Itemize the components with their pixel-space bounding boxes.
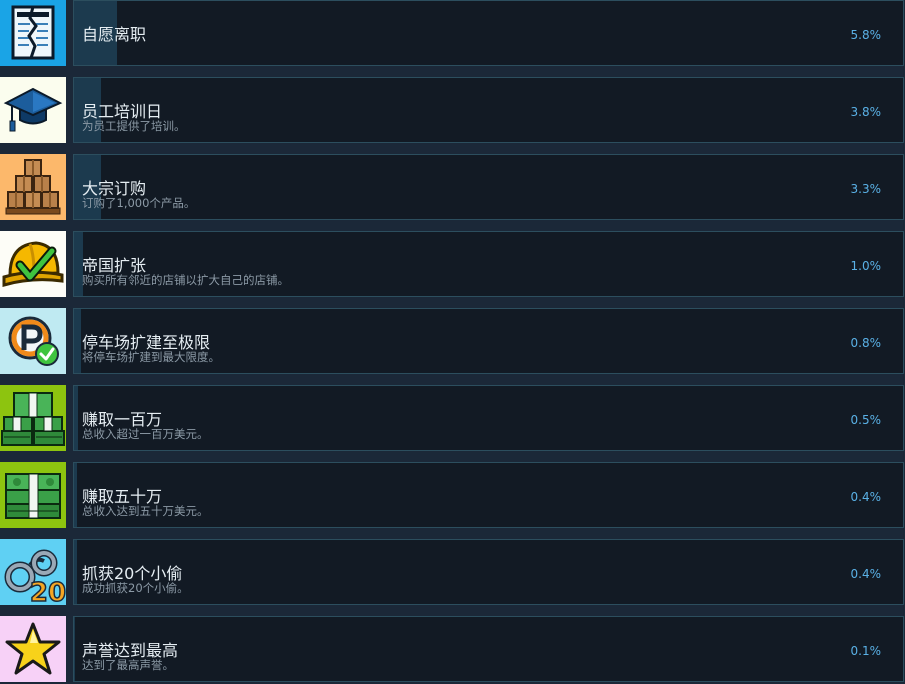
achievement-percent: 1.0% bbox=[850, 259, 882, 273]
achievement-row[interactable]: 员工培训日 为员工提供了培训。 3.8% bbox=[0, 77, 905, 143]
achievement-percent: 0.5% bbox=[850, 413, 882, 427]
achievement-percent: 0.4% bbox=[850, 567, 882, 581]
achievement-row[interactable]: 声誉达到最高 达到了最高声誉。 0.1% bbox=[0, 616, 905, 682]
achievement-title: 自愿离职 bbox=[82, 25, 147, 44]
achievement-percent: 3.3% bbox=[850, 182, 882, 196]
achievement-row[interactable]: 帝国扩张 购买所有邻近的店铺以扩大自己的店铺。 1.0% bbox=[0, 231, 905, 297]
achievement-description: 达到了最高声誉。 bbox=[82, 658, 174, 672]
star-icon bbox=[0, 616, 66, 682]
svg-text:20: 20 bbox=[30, 578, 66, 605]
achievement-panel: 抓获20个小偷 成功抓获20个小偷。 0.4% bbox=[73, 539, 904, 605]
achievement-panel: 赚取五十万 总收入达到五十万美元。 0.4% bbox=[73, 462, 904, 528]
achievement-panel: 声誉达到最高 达到了最高声誉。 0.1% bbox=[73, 616, 904, 682]
achievement-row[interactable]: 赚取一百万 总收入超过一百万美元。 0.5% bbox=[0, 385, 905, 451]
achievement-description: 购买所有邻近的店铺以扩大自己的店铺。 bbox=[82, 273, 289, 287]
boxes-icon bbox=[0, 154, 66, 220]
achievement-percent: 0.1% bbox=[850, 644, 882, 658]
contract-icon bbox=[0, 0, 66, 66]
achievement-row[interactable]: 赚取五十万 总收入达到五十万美元。 0.4% bbox=[0, 462, 905, 528]
progress-fill bbox=[74, 463, 77, 527]
achievement-description: 订购了1,000个产品。 bbox=[82, 196, 196, 210]
graduation-cap-icon bbox=[0, 77, 66, 143]
money-stack-icon bbox=[0, 462, 66, 528]
achievement-row[interactable]: 停车场扩建至极限 将停车场扩建到最大限度。 0.8% bbox=[0, 308, 905, 374]
achievement-description: 总收入达到五十万美元。 bbox=[82, 504, 209, 518]
achievement-panel: 帝国扩张 购买所有邻近的店铺以扩大自己的店铺。 1.0% bbox=[73, 231, 904, 297]
achievement-row[interactable]: 大宗订购 订购了1,000个产品。 3.3% bbox=[0, 154, 905, 220]
achievement-percent: 0.8% bbox=[850, 336, 882, 350]
achievement-panel: 大宗订购 订购了1,000个产品。 3.3% bbox=[73, 154, 904, 220]
progress-fill bbox=[74, 309, 81, 373]
achievement-percent: 0.4% bbox=[850, 490, 882, 504]
achievement-row[interactable]: 自愿离职 5.8% bbox=[0, 0, 905, 66]
achievement-panel: 自愿离职 5.8% bbox=[73, 0, 904, 66]
achievement-description: 为员工提供了培训。 bbox=[82, 119, 186, 133]
achievement-percent: 3.8% bbox=[850, 105, 882, 119]
achievement-panel: 赚取一百万 总收入超过一百万美元。 0.5% bbox=[73, 385, 904, 451]
achievement-percent: 5.8% bbox=[850, 28, 882, 42]
achievement-list: 自愿离职 5.8% 员工培训日 为员工提供了培训。 3.8% 大宗订购 订购了1… bbox=[0, 0, 905, 684]
achievement-description: 总收入超过一百万美元。 bbox=[82, 427, 209, 441]
progress-fill bbox=[74, 386, 78, 450]
achievement-row[interactable]: 20 抓获20个小偷 成功抓获20个小偷。 0.4% bbox=[0, 539, 905, 605]
hard-hat-icon bbox=[0, 231, 66, 297]
parking-sign-icon bbox=[0, 308, 66, 374]
achievement-description: 将停车场扩建到最大限度。 bbox=[82, 350, 220, 364]
achievement-panel: 员工培训日 为员工提供了培训。 3.8% bbox=[73, 77, 904, 143]
handcuffs-icon: 20 bbox=[0, 539, 66, 605]
progress-fill bbox=[74, 540, 77, 604]
achievement-description: 成功抓获20个小偷。 bbox=[82, 581, 189, 595]
money-stacks-icon bbox=[0, 385, 66, 451]
progress-fill bbox=[74, 617, 75, 681]
achievement-panel: 停车场扩建至极限 将停车场扩建到最大限度。 0.8% bbox=[73, 308, 904, 374]
